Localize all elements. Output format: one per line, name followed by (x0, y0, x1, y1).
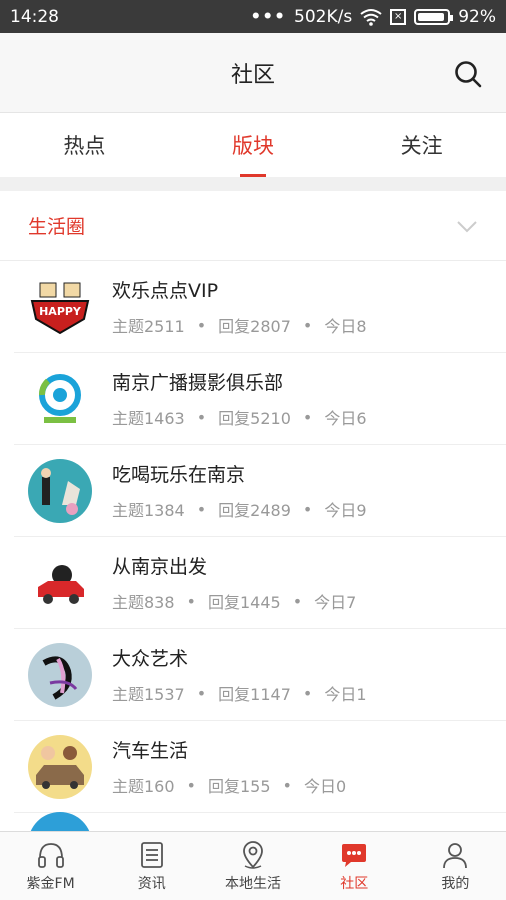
meta-separator: • (292, 591, 303, 611)
forum-name: 欢乐点点VIP (112, 280, 219, 302)
app-header: 社区 (0, 33, 506, 113)
nav-label: 社区 (340, 875, 369, 892)
divider (0, 177, 506, 191)
topic-count: 主题2511 (112, 317, 185, 336)
today-count: 今日0 (303, 777, 347, 796)
meta-separator: • (196, 499, 207, 519)
network-speed: 502K/s (294, 6, 353, 27)
forum-item[interactable]: 吃喝玩乐在南京 主题1384 • 回复2489 • 今日9 (14, 445, 506, 537)
forum-name: 吃喝玩乐在南京 (112, 464, 246, 486)
reply-count: 回复1147 (218, 685, 291, 704)
forum-name: 从南京出发 (112, 556, 208, 578)
page-title: 社区 (230, 62, 275, 88)
search-icon[interactable] (454, 60, 482, 88)
today-count: 今日6 (324, 409, 367, 428)
meta-separator: • (302, 499, 313, 519)
sim-icon: × (390, 8, 407, 25)
today-count: 今日9 (324, 501, 367, 520)
tab-bar: 热点 版块 关注 (0, 113, 506, 177)
news-icon (140, 841, 163, 868)
today-count: 今日1 (324, 685, 367, 704)
reply-count: 回复155 (207, 777, 271, 796)
nav-label: 我的 (441, 875, 470, 892)
forum-name: 大众艺术 (112, 648, 189, 670)
meta-separator: • (186, 591, 196, 611)
svg-text:HAPPY: HAPPY (39, 305, 82, 318)
headphones-icon (37, 842, 64, 868)
forum-item[interactable]: HAPPY 欢乐点点VIP 主题2511 • 回复2807 • 今日8 (14, 261, 506, 353)
status-time: 14:28 (10, 6, 59, 27)
nav-label: 资讯 (137, 875, 166, 892)
battery-icon (414, 8, 454, 25)
happy-vip-avatar: HAPPY (28, 274, 92, 339)
art-avatar (28, 642, 92, 707)
battery-percent: 92% (458, 6, 496, 27)
status-bar: 14:28 ••• 502K/s × 92% (0, 0, 506, 33)
meta-separator: • (302, 407, 313, 427)
person-icon (443, 842, 468, 868)
car-trip-avatar (28, 550, 92, 615)
topic-count: 主题160 (112, 777, 175, 796)
nav-fm[interactable]: 紫金FM (0, 832, 101, 900)
nav-local-life[interactable]: 本地生活 (202, 832, 303, 900)
meta-separator: • (282, 775, 292, 795)
forum-item[interactable]: 从南京出发 主题838 • 回复1445 • 今日7 (14, 537, 506, 629)
reply-count: 回复1445 (207, 593, 281, 612)
forum-item[interactable]: 汽车生活 主题160 • 回复155 • 今日0 (14, 721, 506, 813)
location-pin-icon (243, 840, 263, 869)
tab-following[interactable]: 关注 (337, 113, 506, 177)
wifi-icon (360, 8, 382, 26)
car-life-avatar (28, 734, 92, 799)
section-header[interactable]: 生活圈 (0, 191, 506, 261)
meta-separator: • (196, 683, 207, 703)
reply-count: 回复2807 (218, 317, 291, 336)
nav-news[interactable]: 资讯 (101, 832, 202, 900)
nav-mine[interactable]: 我的 (405, 832, 506, 900)
meta-separator: • (196, 315, 207, 335)
nav-community[interactable]: 社区 (304, 832, 405, 900)
topic-count: 主题1384 (112, 501, 185, 520)
chevron-down-icon[interactable] (456, 215, 478, 237)
meta-separator: • (302, 315, 313, 335)
section-title: 生活圈 (28, 216, 86, 238)
tab-boards[interactable]: 版块 (169, 113, 338, 177)
chat-bubble-icon (342, 843, 367, 867)
food-fun-avatar (28, 458, 92, 523)
today-count: 今日8 (324, 317, 367, 336)
meta-separator: • (196, 407, 207, 427)
forum-name: 南京广播摄影俱乐部 (112, 372, 284, 394)
reply-count: 回复5210 (218, 409, 291, 428)
forum-item[interactable]: 南京广播摄影俱乐部 主题1463 • 回复5210 • 今日6 (14, 353, 506, 445)
meta-separator: • (302, 683, 313, 703)
topic-count: 主题838 (112, 593, 175, 612)
topic-count: 主题1537 (112, 685, 185, 704)
forum-item[interactable]: 大众艺术 主题1537 • 回复1147 • 今日1 (14, 629, 506, 721)
tab-hot[interactable]: 热点 (0, 113, 169, 177)
topic-count: 主题1463 (112, 409, 185, 428)
next-forum-avatar-partial (28, 812, 92, 832)
more-dots-icon: ••• (250, 6, 287, 27)
today-count: 今日7 (314, 593, 357, 612)
forum-list: HAPPY 欢乐点点VIP 主题2511 • 回复2807 • 今日8 南京广播… (0, 261, 506, 813)
meta-separator: • (186, 775, 196, 795)
forum-name: 汽车生活 (112, 740, 189, 762)
bottom-nav: 紫金FM 资讯 本地生活 社区 我的 (0, 831, 506, 900)
nav-label: 本地生活 (225, 875, 281, 892)
nav-label: 紫金FM (26, 875, 75, 892)
reply-count: 回复2489 (218, 501, 291, 520)
photo-club-avatar (28, 366, 92, 431)
